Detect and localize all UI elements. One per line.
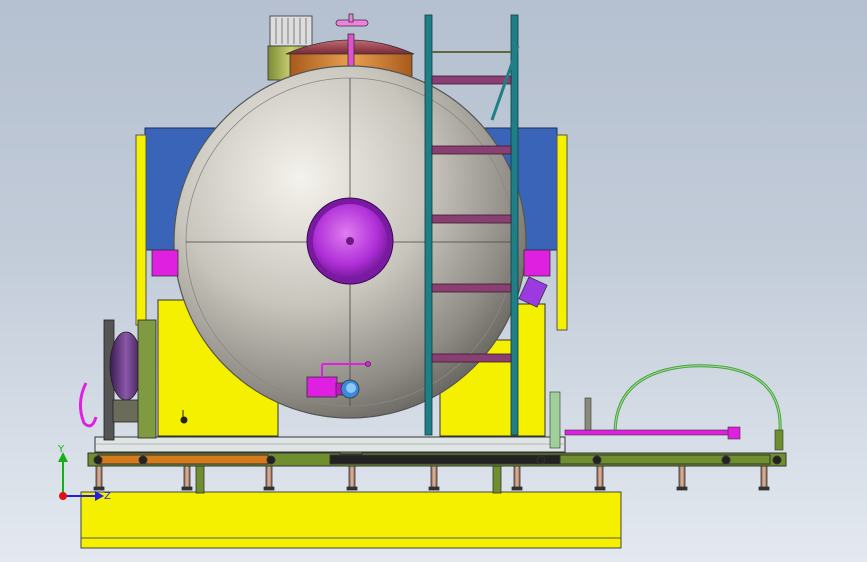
leveling-feet [93, 464, 770, 491]
z-axis-label: Z [104, 491, 111, 502]
deck-plate [94, 436, 566, 453]
origin-marker [59, 492, 67, 500]
y-axis-label: Y [57, 444, 65, 455]
cad-viewport[interactable]: Y Z [0, 0, 867, 562]
right-piping [549, 364, 784, 451]
tank-skid-model: Y Z [57, 13, 787, 549]
base-block [80, 491, 622, 549]
nozzle-flange [306, 197, 394, 285]
hose-reel [79, 319, 157, 441]
